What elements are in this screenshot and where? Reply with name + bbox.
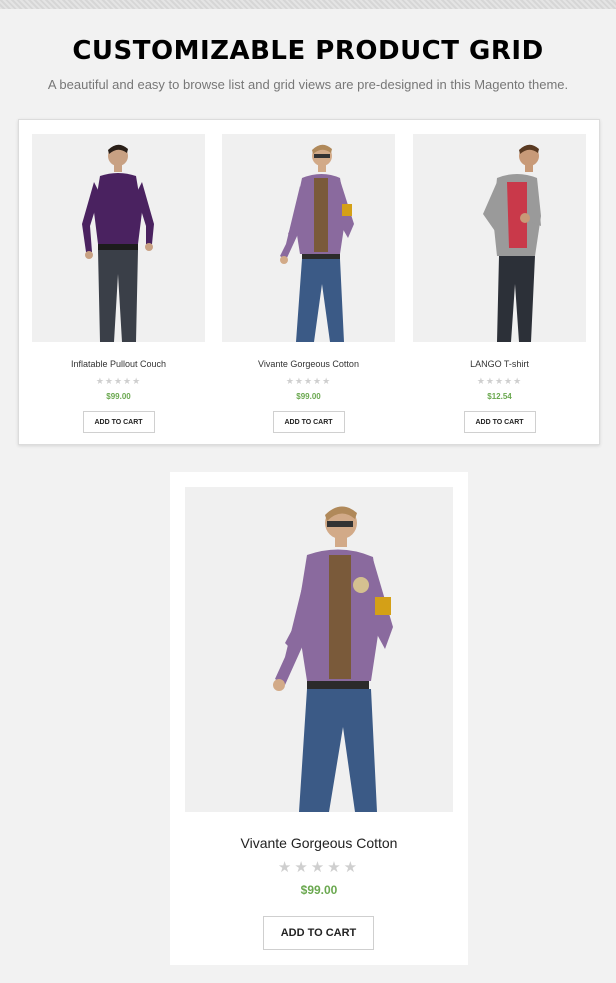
page-subtitle: A beautiful and easy to browse list and … (47, 77, 569, 92)
product-name[interactable]: Vivante Gorgeous Cotton (222, 359, 395, 371)
rating-stars: ★★★★★ (285, 376, 332, 386)
product-image[interactable] (32, 134, 205, 342)
product-price: $99.00 (106, 392, 131, 401)
product-grid-panel: Inflatable Pullout Couch ★★★★★ $99.00 AD… (18, 119, 600, 445)
featured-add-to-cart-button[interactable]: ADD TO CART (263, 916, 374, 950)
featured-product-price: $99.00 (300, 883, 338, 897)
add-to-cart-button[interactable]: ADD TO CART (82, 411, 155, 433)
product-card: Inflatable Pullout Couch ★★★★★ $99.00 AD… (32, 134, 205, 433)
product-image[interactable] (413, 134, 586, 342)
product-image[interactable] (222, 134, 395, 342)
product-name[interactable]: Inflatable Pullout Couch (32, 359, 205, 371)
page-title: CUSTOMIZABLE PRODUCT GRID (72, 36, 544, 66)
featured-rating-stars: ★★★★★ (277, 859, 361, 876)
add-to-cart-button[interactable]: ADD TO CART (463, 411, 536, 433)
featured-product-name[interactable]: Vivante Gorgeous Cotton (170, 835, 468, 851)
product-card: Vivante Gorgeous Cotton ★★★★★ $99.00 ADD… (222, 134, 395, 433)
product-name[interactable]: LANGO T-shirt (413, 359, 586, 371)
rating-stars: ★★★★★ (476, 376, 523, 386)
add-to-cart-button[interactable]: ADD TO CART (272, 411, 345, 433)
product-card: LANGO T-shirt ★★★★★ $12.54 ADD TO CART (413, 134, 586, 433)
featured-product-card: Vivante Gorgeous Cotton ★★★★★ $99.00 ADD… (170, 472, 468, 965)
top-stripe-decoration (0, 0, 616, 9)
rating-stars: ★★★★★ (95, 376, 142, 386)
product-price: $99.00 (296, 392, 321, 401)
product-price: $12.54 (487, 392, 512, 401)
featured-product-image[interactable] (185, 487, 453, 812)
